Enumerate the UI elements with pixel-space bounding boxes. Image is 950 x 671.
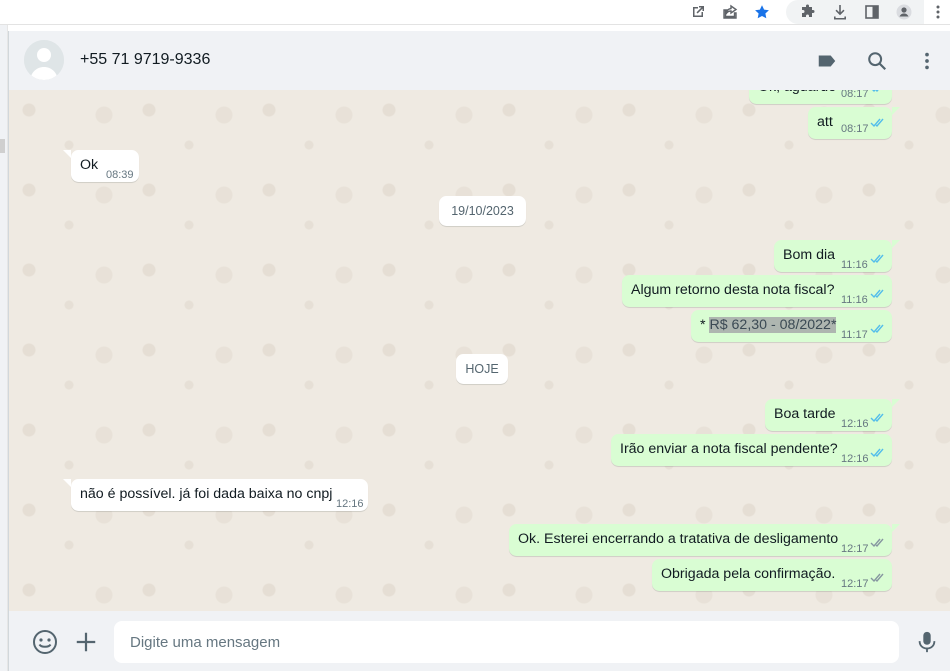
message-time: 08:39 xyxy=(106,169,134,181)
chat-header[interactable]: +55 71 9719-9336 xyxy=(8,31,950,91)
message-outgoing[interactable]: Algum retorno desta nota fiscal? 11:16 xyxy=(622,275,892,307)
contact-name[interactable]: +55 71 9719-9336 xyxy=(80,51,210,69)
read-ticks-icon xyxy=(870,324,884,334)
message-text: * R$ 62,30 - 08/2022* xyxy=(700,309,837,341)
label-icon[interactable] xyxy=(815,49,839,73)
delivered-ticks-icon xyxy=(870,538,884,548)
message-text: Ok, aguardo xyxy=(758,90,836,103)
date-separator: HOJE xyxy=(456,354,508,384)
message-incoming[interactable]: Ok 08:39 xyxy=(63,150,139,182)
message-text: Ok xyxy=(80,157,99,173)
extensions-icon[interactable] xyxy=(798,2,818,22)
open-in-new-icon[interactable] xyxy=(688,2,708,22)
message-outgoing[interactable]: Bom dia 11:16 xyxy=(774,240,900,272)
browser-toolbar xyxy=(0,0,950,25)
message-text: Ok. Esterei encerrando a tratativa de de… xyxy=(518,531,839,547)
more-vert-icon[interactable] xyxy=(928,2,948,22)
message-time: 12:16 xyxy=(841,453,869,465)
share-icon[interactable] xyxy=(720,2,740,22)
menu-dots-icon[interactable] xyxy=(915,49,939,73)
message-outgoing[interactable]: Boa tarde 12:16 xyxy=(765,399,900,431)
message-outgoing[interactable]: att 08:17 xyxy=(808,107,900,139)
message-time: 11:17 xyxy=(841,329,868,341)
message-text: Bom dia xyxy=(783,247,836,263)
message-input[interactable] xyxy=(114,621,899,663)
attach-plus-icon[interactable] xyxy=(73,629,99,655)
read-ticks-icon xyxy=(870,448,884,458)
read-ticks-icon xyxy=(872,90,879,93)
message-time: 08:17 xyxy=(841,123,869,135)
browser-extension-group xyxy=(786,0,924,24)
avatar[interactable] xyxy=(24,40,64,80)
message-text: Algum retorno desta nota fiscal? xyxy=(631,282,835,298)
message-outgoing[interactable]: Ok. Esterei encerrando a tratativa de de… xyxy=(509,524,900,556)
bookmark-star-icon[interactable] xyxy=(752,2,772,22)
browser-toolbar-icons xyxy=(676,0,950,24)
message-composer xyxy=(8,611,950,671)
default-avatar-icon xyxy=(24,40,64,80)
read-ticks-icon xyxy=(870,254,884,264)
message-outgoing[interactable]: * R$ 62,30 - 08/2022* 11:17 xyxy=(691,310,892,342)
microphone-icon[interactable] xyxy=(914,629,940,655)
download-icon[interactable] xyxy=(830,2,850,22)
message-time: 12:16 xyxy=(336,498,364,510)
read-ticks-icon xyxy=(870,118,884,128)
message-list[interactable]: Ok, aguardo 08:17 att 08:17 Ok 08:39 19/… xyxy=(8,90,950,611)
chat-list-edge xyxy=(0,25,8,671)
read-ticks-icon xyxy=(870,413,884,423)
message-text: não é possível. já foi dada baixa no cnp… xyxy=(80,486,333,502)
scroll-marker xyxy=(0,139,5,153)
message-text: att xyxy=(817,114,833,130)
profile-icon[interactable] xyxy=(894,2,914,22)
message-time: 12:17 xyxy=(841,578,869,590)
message-incoming[interactable]: não é possível. já foi dada baixa no cnp… xyxy=(63,479,368,511)
message-outgoing[interactable]: Irão enviar a nota fiscal pendente? 12:1… xyxy=(611,434,892,466)
delivered-ticks-icon xyxy=(870,573,884,583)
message-outgoing[interactable]: Ok, aguardo 08:17 xyxy=(749,90,892,104)
side-panel-icon[interactable] xyxy=(862,2,882,22)
date-separator: 19/10/2023 xyxy=(439,196,526,226)
message-text: Boa tarde xyxy=(774,406,836,422)
search-icon[interactable] xyxy=(865,49,889,73)
message-text: Irão enviar a nota fiscal pendente? xyxy=(620,441,838,457)
emoji-icon[interactable] xyxy=(32,629,58,655)
read-ticks-icon xyxy=(870,289,884,299)
message-text-selected: R$ 62,30 - 08/2022* xyxy=(709,317,837,333)
message-text: Obrigada pela confirmação. xyxy=(661,566,836,582)
message-outgoing[interactable]: Obrigada pela confirmação. 12:17 xyxy=(652,559,892,591)
